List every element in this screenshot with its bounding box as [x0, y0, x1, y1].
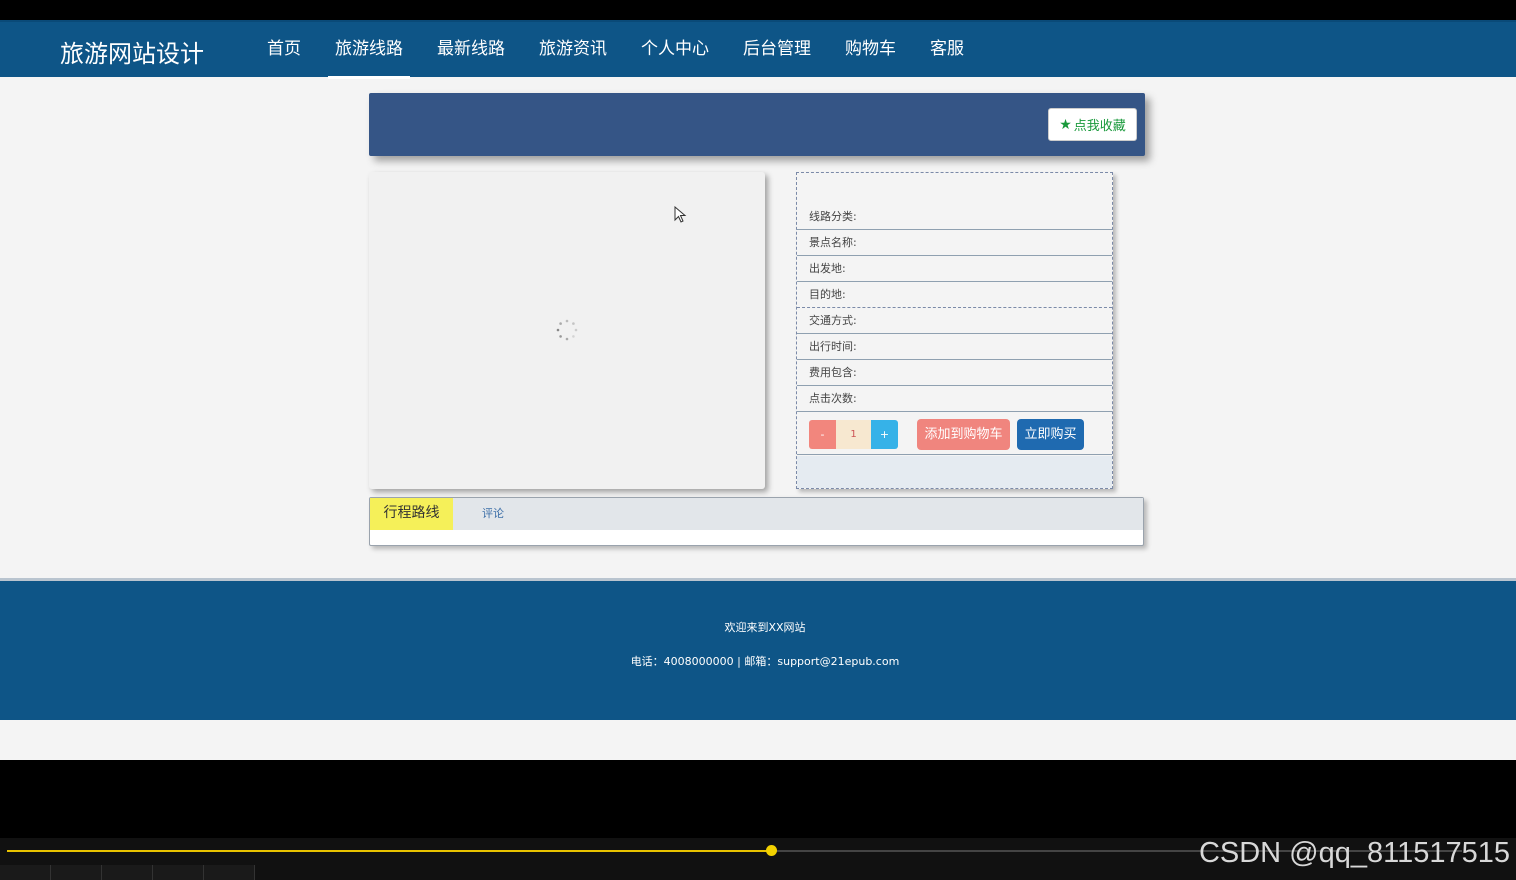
footer-welcome-text: 欢迎来到XX网站 [724, 621, 806, 634]
player-control[interactable] [0, 865, 51, 880]
player-control[interactable] [51, 865, 102, 880]
tab-itinerary[interactable]: 行程路线 [370, 498, 453, 530]
favorite-label: 点我收藏 [1073, 119, 1126, 134]
video-player-bar: CSDN @qq_811517515 [0, 838, 1516, 880]
route-info-panel: 线路分类: 景点名称: 出发地: 目的地: 交通方式: 出行时间: 费用包含: … [796, 172, 1113, 489]
info-travel-time: 出行时间: [797, 334, 1112, 360]
nav-item-personal-center[interactable]: 个人中心 [624, 22, 726, 79]
favorite-button[interactable]: ★ 点我收藏 [1048, 108, 1137, 141]
player-control[interactable] [204, 865, 255, 880]
screen-frame: 旅游网站设计 首页 旅游线路 最新线路 旅游资讯 个人中心 后台管理 购物车 客… [0, 0, 1516, 880]
nav-item-admin[interactable]: 后台管理 [726, 22, 828, 79]
nav-item-customer-service[interactable]: 客服 [913, 22, 981, 79]
info-destination: 目的地: [797, 282, 1112, 308]
csdn-watermark: CSDN @qq_811517515 [1198, 837, 1510, 869]
quantity-input[interactable]: 1 [836, 420, 871, 449]
info-attraction-name: 景点名称: [797, 230, 1112, 256]
nav-menu: 首页 旅游线路 最新线路 旅游资讯 个人中心 后台管理 购物车 客服 [250, 22, 981, 79]
seek-bar-progress [7, 850, 771, 852]
seek-bar-thumb[interactable] [765, 845, 777, 856]
info-fee-includes: 费用包含: [797, 360, 1112, 386]
browser-viewport: 旅游网站设计 首页 旅游线路 最新线路 旅游资讯 个人中心 后台管理 购物车 客… [0, 20, 1516, 760]
spinner-icon [556, 319, 578, 341]
nav-item-travel-news[interactable]: 旅游资讯 [522, 22, 624, 79]
info-transport: 交通方式: [797, 308, 1112, 334]
info-panel-footer [797, 456, 1112, 488]
route-image-panel [369, 172, 765, 489]
mouse-cursor-icon [674, 206, 687, 223]
site-brand[interactable]: 旅游网站设计 [60, 34, 204, 69]
top-navigation: 旅游网站设计 首页 旅游线路 最新线路 旅游资讯 个人中心 后台管理 购物车 客… [0, 20, 1516, 79]
footer-contact-text: 电话：4008000000 | 邮箱：support@21epub.com [630, 655, 900, 668]
nav-item-travel-routes[interactable]: 旅游线路 [318, 22, 420, 79]
nav-item-home[interactable]: 首页 [250, 22, 318, 79]
player-control[interactable] [153, 865, 204, 880]
info-click-count: 点击次数: [797, 386, 1112, 412]
add-to-cart-button[interactable]: 添加到购物车 [917, 419, 1010, 450]
nav-item-latest-routes[interactable]: 最新线路 [420, 22, 522, 79]
info-departure: 出发地: [797, 256, 1112, 282]
quantity-increase-button[interactable]: + [871, 420, 898, 449]
nav-item-cart[interactable]: 购物车 [828, 22, 913, 79]
player-control[interactable] [102, 865, 153, 880]
route-title-banner: ★ 点我收藏 [369, 93, 1145, 156]
star-icon: ★ [1059, 116, 1072, 133]
site-footer: 欢迎来到XX网站 电话：4008000000 | 邮箱：support@21ep… [0, 578, 1516, 720]
detail-tabs: 行程路线 评论 [369, 497, 1144, 546]
tab-comments[interactable]: 评论 [470, 498, 516, 530]
buy-now-button[interactable]: 立即购买 [1017, 419, 1084, 450]
tab-bar: 行程路线 评论 [370, 498, 1143, 530]
purchase-controls: - 1 + 添加到购物车 立即购买 [797, 414, 1112, 455]
info-route-category: 线路分类: [797, 204, 1112, 230]
quantity-decrease-button[interactable]: - [809, 420, 836, 449]
